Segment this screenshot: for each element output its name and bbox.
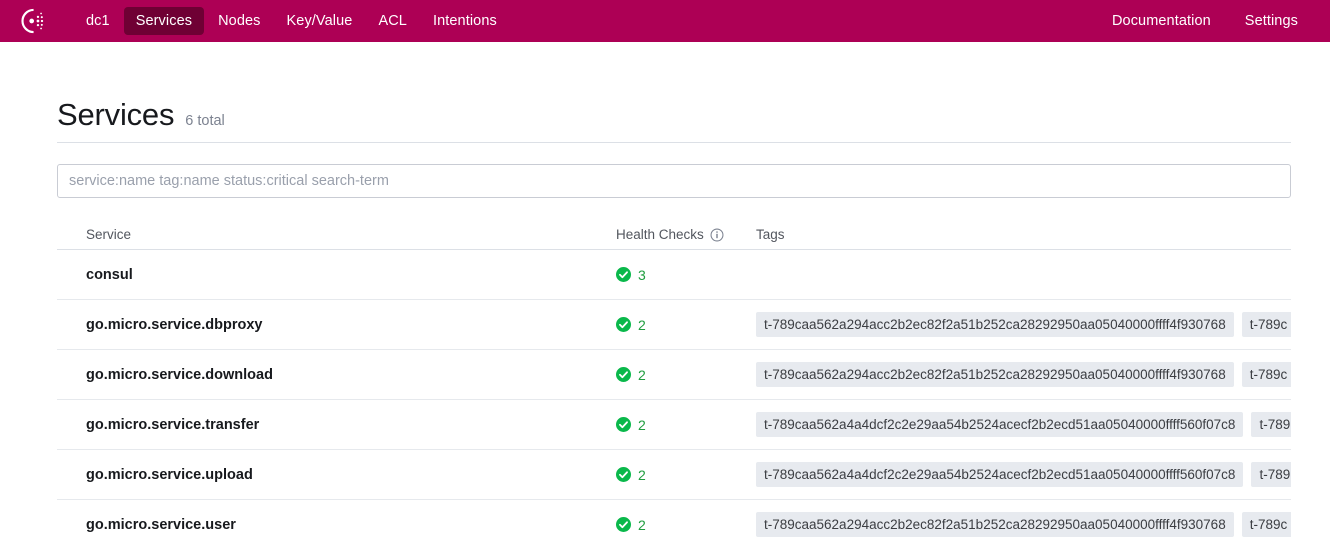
tag-chip[interactable]: t-789caa562a4a4dcf2c2e29aa54b2524acecf2b… — [756, 411, 1244, 438]
check-circle-icon — [616, 517, 631, 532]
page-content: Services 6 total Service Health Checks T… — [38, 42, 1292, 544]
tags-cell: t-789caa562a294acc2b2ec82f2a51b252ca2829… — [756, 361, 1291, 388]
consul-logo[interactable] — [18, 6, 48, 36]
tag-chip[interactable]: t-789caa562a294acc2b2ec82f2a51b252ca2829… — [756, 311, 1234, 338]
info-icon[interactable] — [710, 228, 724, 242]
tags-cell: t-789caa562a294acc2b2ec82f2a51b252ca2829… — [756, 311, 1291, 338]
check-circle-icon — [616, 317, 631, 332]
service-name[interactable]: go.micro.service.upload — [86, 467, 616, 483]
search-row — [57, 143, 1291, 198]
health-checks-cell: 3 — [616, 267, 756, 283]
health-checks-cell: 2 — [616, 367, 756, 383]
service-name[interactable]: go.micro.service.transfer — [86, 417, 616, 433]
nav-right-group: Documentation Settings — [1090, 7, 1310, 36]
health-checks-cell: 2 — [616, 317, 756, 333]
health-check-count: 2 — [638, 516, 646, 533]
service-name[interactable]: consul — [86, 267, 616, 283]
check-circle-icon — [616, 367, 631, 382]
top-navigation-bar: dc1 Services Nodes Key/Value ACL Intenti… — [0, 0, 1330, 42]
table-row[interactable]: go.micro.service.user 2 t-789caa562a294acc… — [57, 500, 1291, 544]
tag-chip[interactable]: t-789caa562a294acc2b2ec82f2a51b252ca2829… — [756, 361, 1234, 388]
nav-item-settings[interactable]: Settings — [1233, 7, 1310, 36]
column-header-health-checks: Health Checks — [616, 227, 756, 242]
health-check-count: 3 — [638, 266, 646, 283]
health-check-count: 2 — [638, 316, 646, 333]
check-circle-icon — [616, 467, 631, 482]
search-input[interactable] — [57, 164, 1291, 198]
tag-chip[interactable]: t-789caa562a294acc2b2ec82f2a51b252ca2829… — [756, 511, 1234, 538]
health-checks-cell: 2 — [616, 417, 756, 433]
page-header: Services 6 total — [57, 42, 1291, 143]
check-circle-icon — [616, 417, 631, 432]
tag-chip[interactable]: t-789c — [1241, 511, 1291, 538]
page-body: Services 6 total Service Health Checks T… — [0, 42, 1330, 544]
page-title-count: 6 total — [185, 113, 225, 129]
page-title: Services — [57, 97, 175, 132]
tag-chip[interactable]: t-789c — [1241, 311, 1291, 338]
health-check-count: 2 — [638, 466, 646, 483]
tag-chip[interactable]: t-789c — [1241, 361, 1291, 388]
tag-chip[interactable]: t-789caa562a4a4dcf2c2e29aa54b2524acecf2b… — [756, 461, 1244, 488]
health-checks-cell: 2 — [616, 517, 756, 533]
nav-item-keyvalue[interactable]: Key/Value — [275, 7, 365, 36]
service-name[interactable]: go.micro.service.dbproxy — [86, 317, 616, 333]
table-row[interactable]: go.micro.service.download 2 t-789caa562a29… — [57, 350, 1291, 400]
health-checks-cell: 2 — [616, 467, 756, 483]
service-name[interactable]: go.micro.service.download — [86, 367, 616, 383]
column-header-tags: Tags — [756, 227, 785, 242]
column-header-health-checks-label: Health Checks — [616, 227, 704, 242]
nav-left-group: dc1 Services Nodes Key/Value ACL Intenti… — [18, 6, 511, 36]
column-header-service: Service — [86, 227, 132, 242]
table-row[interactable]: go.micro.service.dbproxy 2 t-789caa562a294… — [57, 300, 1291, 350]
nav-item-acl[interactable]: ACL — [366, 7, 419, 36]
check-circle-icon — [616, 267, 631, 282]
tags-cell: t-789caa562a4a4dcf2c2e29aa54b2524acecf2b… — [756, 461, 1291, 488]
services-table: Service Health Checks Tags consul 3 go.mic… — [57, 220, 1291, 544]
tag-chip[interactable]: t-789 — [1251, 411, 1291, 438]
tags-cell: t-789caa562a294acc2b2ec82f2a51b252ca2829… — [756, 511, 1291, 538]
table-body: consul 3 go.micro.service.dbproxy 2 t-789caa… — [57, 250, 1291, 544]
table-row[interactable]: consul 3 — [57, 250, 1291, 300]
service-name[interactable]: go.micro.service.user — [86, 517, 616, 533]
nav-item-documentation[interactable]: Documentation — [1100, 7, 1223, 36]
table-row[interactable]: go.micro.service.transfer 2 t-789caa562a4a… — [57, 400, 1291, 450]
nav-item-services[interactable]: Services — [123, 6, 205, 36]
nav-item-intentions[interactable]: Intentions — [421, 7, 509, 36]
nav-item-nodes[interactable]: Nodes — [206, 7, 272, 36]
tags-cell: t-789caa562a4a4dcf2c2e29aa54b2524acecf2b… — [756, 411, 1291, 438]
table-row[interactable]: go.micro.service.upload 2 t-789caa562a4a4d… — [57, 450, 1291, 500]
health-check-count: 2 — [638, 366, 646, 383]
nav-item-dc1[interactable]: dc1 — [74, 7, 122, 36]
tag-chip[interactable]: t-789 — [1251, 461, 1291, 488]
health-check-count: 2 — [638, 416, 646, 433]
table-header-row: Service Health Checks Tags — [57, 220, 1291, 250]
